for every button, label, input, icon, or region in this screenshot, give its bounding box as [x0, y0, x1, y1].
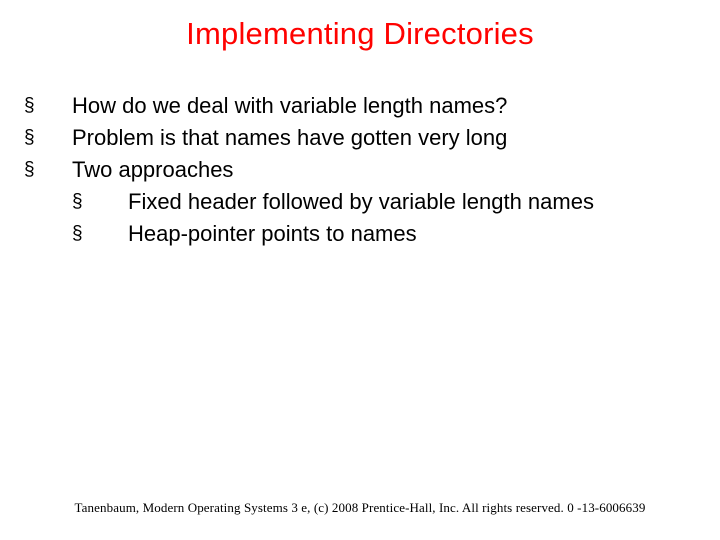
bullet-text: Two approaches: [72, 154, 720, 186]
bullet-text: Fixed header followed by variable length…: [128, 186, 720, 218]
sub-bullet-item: § Fixed header followed by variable leng…: [24, 186, 720, 218]
square-bullet-icon: §: [72, 186, 88, 218]
slide: Implementing Directories § How do we dea…: [0, 0, 720, 540]
bullet-item: § Problem is that names have gotten very…: [24, 122, 720, 154]
square-bullet-icon: §: [24, 90, 40, 122]
bullet-item: § Two approaches: [24, 154, 720, 186]
slide-title: Implementing Directories: [0, 0, 720, 52]
slide-footer: Tanenbaum, Modern Operating Systems 3 e,…: [0, 500, 720, 516]
bullet-item: § How do we deal with variable length na…: [24, 90, 720, 122]
square-bullet-icon: §: [24, 122, 40, 154]
slide-body: § How do we deal with variable length na…: [0, 52, 720, 250]
bullet-text: How do we deal with variable length name…: [72, 90, 720, 122]
bullet-text: Heap-pointer points to names: [128, 218, 720, 250]
square-bullet-icon: §: [24, 154, 40, 186]
sub-bullet-item: § Heap-pointer points to names: [24, 218, 720, 250]
square-bullet-icon: §: [72, 218, 88, 250]
bullet-text: Problem is that names have gotten very l…: [72, 122, 720, 154]
